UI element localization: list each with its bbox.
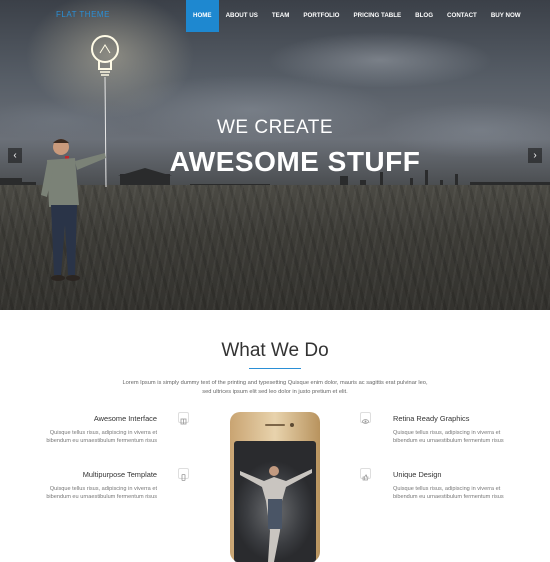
feature-description: Quisque tellus risus, adipiscing in vive…: [393, 430, 504, 445]
slider-next-button[interactable]: ›: [528, 148, 542, 163]
top-navbar: FLAT THEME HOME ABOUT US TEAM PORTFOLIO …: [0, 0, 550, 32]
chevron-right-icon: ›: [533, 150, 537, 161]
feature-description: Quisque tellus risus, adipiscing in vive…: [46, 486, 157, 501]
chevron-left-icon: ‹: [13, 150, 17, 161]
nav-blog[interactable]: BLOG: [408, 0, 440, 32]
feature-retina-ready-graphics: Retina Ready Graphics Quisque tellus ris…: [393, 414, 513, 446]
phone-mockup-image: [230, 412, 320, 562]
section-title: What We Do: [221, 340, 329, 361]
feature-awesome-interface: Awesome Interface Quisque tellus risus, …: [37, 414, 157, 446]
feature-multipurpose-template: Multipurpose Template Quisque tellus ris…: [37, 470, 157, 502]
phone-speaker: [265, 424, 285, 426]
nav-pricing-table[interactable]: PRICING TABLE: [347, 0, 409, 32]
phone-screen-figure: [240, 466, 312, 562]
hero-slider: FLAT THEME HOME ABOUT US TEAM PORTFOLIO …: [0, 0, 550, 310]
site-logo[interactable]: FLAT THEME: [56, 10, 110, 19]
hero-heading-line2: AWESOME STUFF: [169, 146, 421, 177]
feature-title: Multipurpose Template: [82, 470, 157, 479]
nav-about-us[interactable]: ABOUT US: [219, 0, 265, 32]
layout-icon: [178, 412, 189, 425]
nav-buy-now[interactable]: BUY NOW: [484, 0, 528, 32]
section-divider: [249, 368, 301, 369]
feature-title: Awesome Interface: [93, 414, 157, 423]
main-menu: HOME ABOUT US TEAM PORTFOLIO PRICING TAB…: [186, 0, 528, 32]
nav-portfolio[interactable]: PORTFOLIO: [296, 0, 346, 32]
slider-prev-button[interactable]: ‹: [8, 148, 22, 163]
feature-description: Quisque tellus risus, adipiscing in vive…: [46, 430, 157, 445]
nav-home[interactable]: HOME: [186, 0, 219, 32]
section-intro: Lorem Ipsum is simply dummy text of the …: [122, 380, 428, 395]
hero-heading-line1: WE CREATE: [216, 117, 334, 138]
phone-camera: [290, 423, 294, 427]
feature-description: Quisque tellus risus, adipiscing in vive…: [393, 486, 504, 501]
nav-team[interactable]: TEAM: [265, 0, 297, 32]
thumbs-up-icon: [360, 468, 371, 481]
mobile-icon: [178, 468, 189, 481]
feature-title: Unique Design: [393, 470, 442, 479]
feature-unique-design: Unique Design Quisque tellus risus, adip…: [393, 470, 513, 502]
eye-icon: [360, 412, 371, 424]
phone-screen: [234, 441, 316, 562]
feature-title: Retina Ready Graphics: [393, 414, 470, 423]
nav-contact[interactable]: CONTACT: [440, 0, 484, 32]
